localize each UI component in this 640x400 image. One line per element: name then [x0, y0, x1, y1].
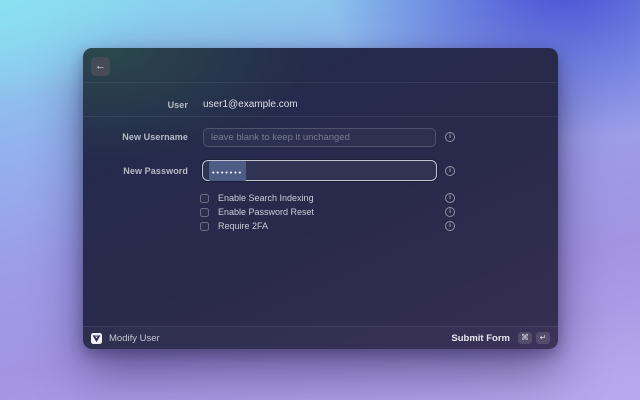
back-button[interactable]: ← — [91, 57, 110, 76]
password-masked-value: ••••••• — [212, 167, 243, 177]
back-arrow-icon: ← — [95, 60, 106, 72]
footer-action-bar: Modify User Submit Form ⌘ ↵ — [83, 326, 558, 349]
user-field-value: user1@example.com — [203, 99, 298, 110]
command-glyph: ⌘ — [521, 333, 529, 342]
new-password-label: New Password — [123, 166, 188, 176]
password-selection-highlight: ••••••• — [209, 160, 246, 181]
info-glyph: i — [449, 221, 451, 229]
info-glyph: i — [449, 166, 451, 174]
info-icon[interactable]: i — [445, 207, 455, 217]
info-icon[interactable]: i — [445, 221, 455, 231]
info-glyph: i — [449, 207, 451, 215]
footer-title: Modify User — [109, 332, 160, 344]
checkbox-label: Require 2FA — [218, 221, 269, 231]
modify-user-app-icon — [91, 332, 102, 344]
info-icon[interactable]: i — [445, 193, 455, 203]
submit-form-button[interactable]: Submit Form — [451, 333, 510, 344]
checkbox-row-require-2fa: Require 2FA — [200, 220, 268, 232]
new-username-input[interactable] — [203, 128, 436, 147]
enter-key-icon: ↵ — [536, 332, 550, 344]
enter-glyph: ↵ — [539, 333, 547, 342]
user-row-divider — [83, 116, 558, 117]
checkbox-row-password-reset: Enable Password Reset — [200, 206, 314, 218]
header-divider — [83, 82, 558, 83]
info-glyph: i — [449, 193, 451, 201]
checkbox-label: Enable Search Indexing — [218, 193, 314, 203]
command-key-icon: ⌘ — [518, 332, 532, 344]
new-username-label: New Username — [122, 132, 188, 142]
info-icon[interactable]: i — [445, 132, 455, 142]
checkbox-label: Enable Password Reset — [218, 207, 315, 217]
checkbox-password-reset[interactable] — [200, 207, 209, 217]
checkbox-row-search-indexing: Enable Search Indexing — [200, 192, 314, 204]
info-glyph: i — [449, 132, 451, 140]
checkbox-require-2fa[interactable] — [200, 221, 209, 231]
info-icon[interactable]: i — [445, 166, 455, 176]
user-field-label: User — [167, 100, 188, 110]
new-password-input[interactable]: ••••••• — [202, 160, 437, 181]
checkbox-search-indexing[interactable] — [200, 193, 209, 203]
modify-user-window: ← User user1@example.com New Username i … — [83, 48, 558, 349]
